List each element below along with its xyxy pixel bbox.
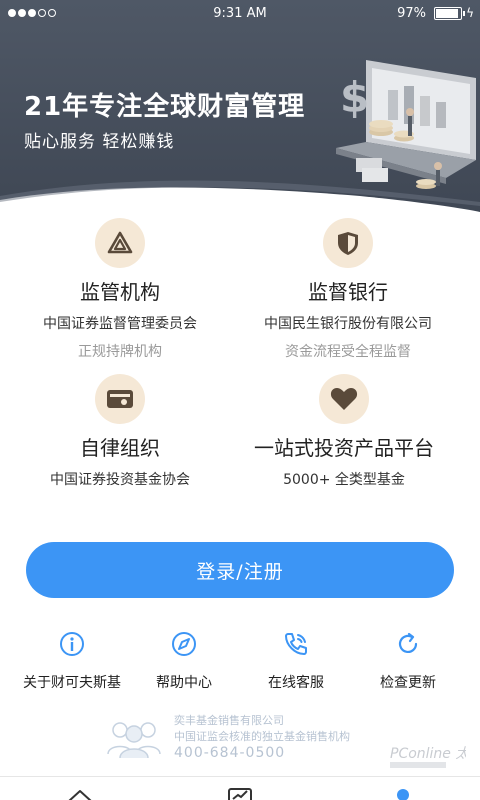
home-icon[interactable] bbox=[67, 787, 93, 800]
shield-icon bbox=[323, 218, 373, 268]
quick-link-check-update[interactable]: 检查更新 bbox=[348, 630, 468, 692]
compass-icon bbox=[172, 632, 196, 656]
footer-phone[interactable]: 400-684-0500 bbox=[174, 745, 285, 761]
banner-title: 21年专注全球财富管理 bbox=[24, 92, 306, 122]
phone-icon bbox=[285, 633, 307, 655]
people-logo-icon bbox=[107, 722, 161, 759]
feature-supervising-bank: 监督银行 中国民生银行股份有限公司 资金流程受全程监督 bbox=[228, 218, 468, 361]
feature-title: 监督银行 bbox=[308, 280, 388, 304]
bottom-tab-bar bbox=[0, 776, 480, 800]
feature-detail: 中国民生银行股份有限公司 bbox=[264, 316, 432, 332]
regulator-icon bbox=[95, 218, 145, 268]
feature-note: 资金流程受全程监督 bbox=[285, 344, 411, 360]
login-register-button[interactable]: 登录/注册 bbox=[26, 542, 454, 598]
feature-title: 监管机构 bbox=[80, 280, 160, 304]
refresh-icon bbox=[398, 632, 418, 653]
svg-text:$: $ bbox=[340, 73, 369, 122]
quick-link-label: 在线客服 bbox=[268, 675, 324, 691]
footer-description: 中国证监会核准的独立基金销售机构 bbox=[174, 730, 350, 743]
quick-link-label: 关于财可夫斯基 bbox=[23, 675, 121, 691]
feature-title: 自律组织 bbox=[80, 436, 160, 460]
footer-company: 奕丰基金销售有限公司 bbox=[174, 714, 284, 727]
feature-self-regulation: 自律组织 中国证券投资基金协会 bbox=[0, 374, 240, 489]
watermark-logo: PConline 太平洋电脑网 bbox=[390, 746, 466, 768]
quick-link-label: 检查更新 bbox=[380, 675, 436, 691]
heart-icon bbox=[319, 374, 369, 424]
quick-link-label: 帮助中心 bbox=[156, 675, 212, 691]
quick-link-customer-service[interactable]: 在线客服 bbox=[236, 630, 356, 692]
battery-icon bbox=[434, 7, 465, 20]
chart-icon[interactable] bbox=[227, 787, 253, 800]
feature-title: 一站式投资产品平台 bbox=[254, 436, 434, 460]
feature-regulator: 监管机构 中国证券监督管理委员会 正规持牌机构 bbox=[0, 218, 240, 361]
feature-detail: 中国证券投资基金协会 bbox=[50, 472, 190, 488]
watermark-text: PConline 太平洋电脑网 bbox=[390, 746, 466, 762]
charging-icon: ϟ bbox=[466, 6, 474, 20]
quick-link-about[interactable]: 关于财可夫斯基 bbox=[12, 630, 132, 692]
card-icon bbox=[95, 374, 145, 424]
quick-link-help[interactable]: 帮助中心 bbox=[124, 630, 244, 692]
feature-detail: 中国证券监督管理委员会 bbox=[43, 316, 197, 332]
battery-percent: 97% bbox=[397, 6, 426, 21]
feature-detail: 5000+ 全类型基金 bbox=[283, 472, 405, 488]
info-icon bbox=[60, 632, 84, 656]
status-bar: 9:31 AM 97% ϟ bbox=[0, 0, 480, 28]
profile-icon[interactable] bbox=[390, 787, 416, 800]
feature-one-stop-platform: 一站式投资产品平台 5000+ 全类型基金 bbox=[224, 374, 464, 489]
banner-subtitle: 贴心服务 轻松赚钱 bbox=[24, 132, 175, 152]
laptop-coins-illustration: $ bbox=[336, 60, 476, 189]
hero-banner: $ 21年专注全球财富管理 贴心服务 轻松赚钱 bbox=[0, 0, 480, 215]
feature-note: 正规持牌机构 bbox=[78, 344, 162, 360]
